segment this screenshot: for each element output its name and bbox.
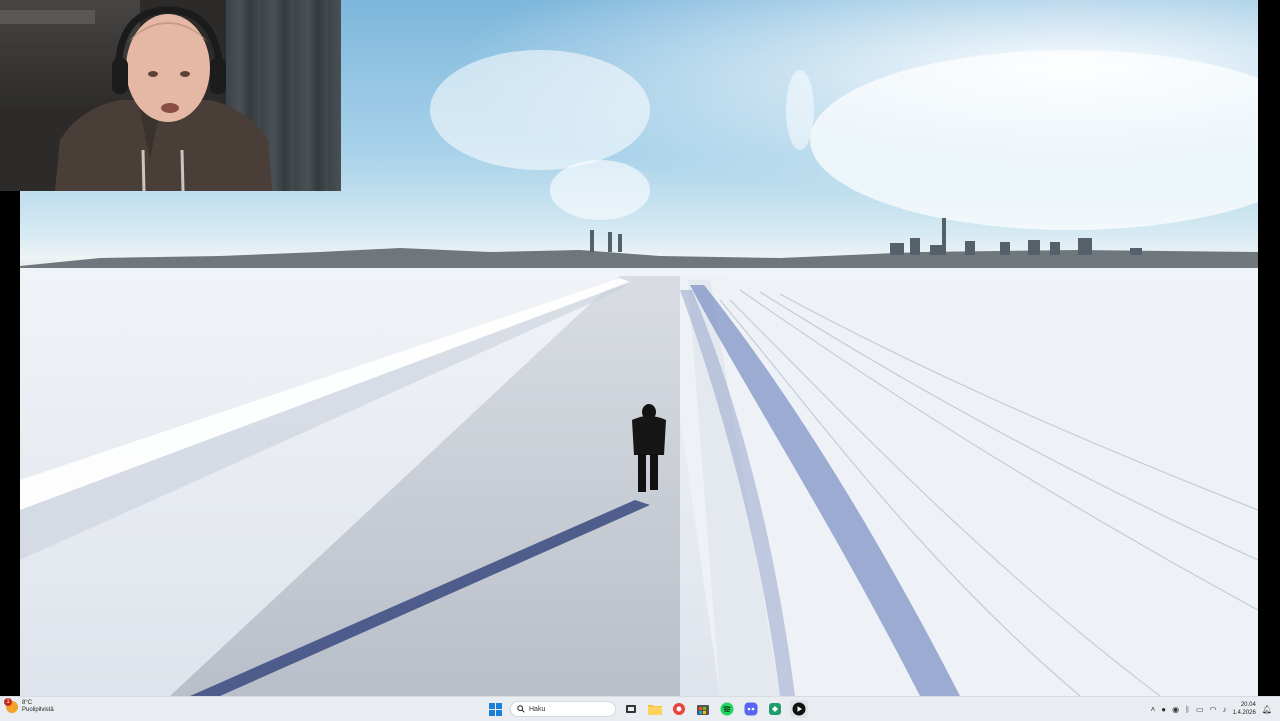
- taskbar-pinned-apps: Haku: [486, 699, 808, 719]
- search-icon: [517, 705, 525, 713]
- task-view-button[interactable]: [622, 700, 640, 718]
- wifi-icon[interactable]: ◠: [1210, 705, 1217, 714]
- browser-icon: [673, 703, 685, 715]
- task-view-icon: [626, 705, 636, 713]
- weather-widget[interactable]: 1 8°C Puolipilvistä: [4, 698, 54, 714]
- weather-condition: Puolipilvistä: [22, 707, 54, 713]
- volume-icon[interactable]: ♪: [1222, 705, 1226, 714]
- webcam-overlay: [0, 0, 341, 191]
- notification-badge: 1: [4, 698, 12, 706]
- notification-bell-icon[interactable]: 🔔︎: [1262, 705, 1272, 714]
- network-icon[interactable]: ▭: [1196, 705, 1204, 714]
- clock-date: 1.4.2026: [1232, 710, 1256, 716]
- spotify-button[interactable]: [718, 700, 736, 718]
- green-app-button[interactable]: [766, 700, 784, 718]
- folder-icon: [648, 705, 662, 715]
- weather-sun-icon: 1: [4, 698, 18, 713]
- clock[interactable]: 20.04 1.4.2026: [1232, 701, 1255, 717]
- store-icon: [697, 705, 709, 715]
- tray-app-icon-2[interactable]: ◉: [1172, 705, 1179, 714]
- store-button[interactable]: [694, 700, 712, 718]
- discord-button[interactable]: [742, 700, 760, 718]
- tray-app-icon[interactable]: ●: [1161, 705, 1166, 714]
- discord-icon: [744, 702, 758, 716]
- taskbar: 1 8°C Puolipilvistä Haku ˄ ● ◉ ᛒ ▭ ◠ ♪ 2…: [0, 696, 1280, 721]
- bluetooth-icon[interactable]: ᛒ: [1185, 705, 1190, 714]
- right-letterbox: [1258, 0, 1280, 696]
- play-icon: [792, 702, 806, 716]
- streamer-figure: [55, 6, 272, 191]
- start-button[interactable]: [486, 700, 504, 718]
- windows-logo-icon: [488, 702, 502, 716]
- media-player-button[interactable]: [790, 700, 808, 718]
- system-tray: ˄ ● ◉ ᛒ ▭ ◠ ♪ 20.04 1.4.2026 🔔︎: [1151, 699, 1272, 719]
- spotify-icon: [720, 702, 734, 716]
- green-app-icon: [769, 703, 781, 715]
- search-placeholder: Haku: [529, 705, 546, 713]
- chevron-up-icon[interactable]: ˄: [1151, 705, 1156, 714]
- browser-button[interactable]: [670, 700, 688, 718]
- clock-time: 20.04: [1240, 702, 1256, 708]
- taskbar-search-box[interactable]: Haku: [510, 701, 616, 717]
- weather-temperature: 8°C: [22, 700, 33, 706]
- file-explorer-button[interactable]: [646, 700, 664, 718]
